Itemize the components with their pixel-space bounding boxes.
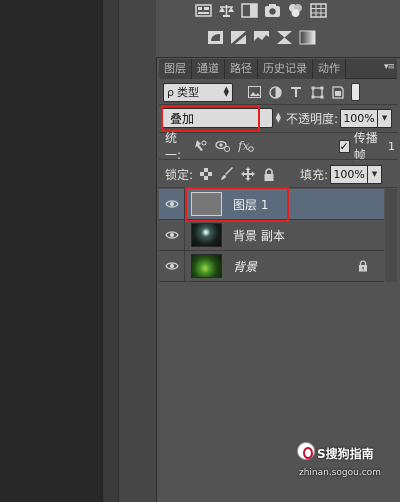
tab-actions[interactable]: 动作: [313, 59, 346, 79]
panel-divider[interactable]: [102, 0, 118, 502]
opacity-field[interactable]: 100%: [340, 108, 379, 128]
opacity-dropdown-icon[interactable]: ▼: [378, 108, 393, 128]
lock-label: 锁定:: [165, 167, 194, 182]
layer-thumbnail: [191, 223, 222, 247]
propagate-frame-number: 1: [388, 139, 396, 153]
tab-layers[interactable]: 图层: [159, 59, 192, 79]
chevron-updown-icon: ▲ ▼: [223, 85, 229, 98]
propagate-frame-label: 传播帧: [353, 131, 378, 162]
layers-panel: 图层 通道 路径 历史记录 动作 ▾≡ ρ 类型 ▲ ▼ 叠加 ▲ ▼ 不透明度: …: [159, 59, 397, 502]
layers-scrollbar[interactable]: [385, 189, 397, 282]
threshold-icon[interactable]: [252, 29, 271, 46]
watermark-url: zhinan.sogou.com: [299, 468, 381, 478]
lock-icons: [198, 167, 276, 182]
adjustments-panel: [156, 0, 400, 58]
highlight-blend-mode: [161, 105, 260, 132]
panel-menu-icon[interactable]: ▾≡: [384, 62, 395, 72]
image-filter-icon[interactable]: [247, 85, 261, 99]
levels-icon[interactable]: [194, 2, 213, 19]
fill-field[interactable]: 100%: [330, 164, 369, 184]
watermark-title: S搜狗指南: [317, 447, 374, 461]
lock-transparent-icon[interactable]: [198, 167, 213, 182]
lock-all-icon[interactable]: [261, 167, 276, 182]
panel-tabs: 图层 通道 路径 历史记录 动作 ▾≡: [159, 59, 397, 79]
smart-filter-icon[interactable]: [331, 85, 345, 99]
bw-icon[interactable]: [240, 2, 259, 19]
filter-kind-label: 类型: [176, 86, 199, 99]
unify-row: 统一: fx ✓ 传播帧 1: [165, 131, 396, 162]
adjust-filter-icon[interactable]: [268, 85, 282, 99]
filter-icons: [247, 85, 345, 99]
layer-filter-row: ρ 类型 ▲ ▼: [163, 81, 393, 103]
chevron-updown-icon: ▲ ▼: [275, 111, 281, 124]
shape-filter-icon[interactable]: [310, 85, 324, 99]
sogou-logo-icon: [297, 442, 315, 460]
unify-icons: fx: [191, 138, 255, 154]
search-icon: ρ: [167, 85, 174, 99]
layer-row[interactable]: 背景 副本: [159, 219, 384, 251]
type-filter-icon[interactable]: [289, 85, 303, 99]
balance-icon[interactable]: [217, 2, 236, 19]
tab-channels[interactable]: 通道: [192, 59, 225, 79]
collapsed-panel-strip: [118, 0, 156, 502]
lock-move-icon[interactable]: [240, 167, 255, 182]
unify-visibility-icon[interactable]: [214, 138, 232, 154]
visibility-eye-icon[interactable]: [159, 250, 185, 282]
layer-name[interactable]: 背景 副本: [233, 227, 285, 244]
unify-style-icon[interactable]: fx: [237, 138, 255, 154]
adjustments-row-2: [206, 29, 317, 46]
invert-icon[interactable]: [206, 29, 225, 46]
highlight-layer-1: [185, 187, 289, 222]
fill-dropdown-icon[interactable]: ▼: [368, 164, 383, 184]
adjustments-row-1: [194, 2, 328, 19]
grid-lookup-icon[interactable]: [309, 2, 328, 19]
propagate-frame-checkbox[interactable]: ✓: [338, 139, 350, 153]
filter-kind-select[interactable]: ρ 类型 ▲ ▼: [163, 82, 233, 102]
layer-thumbnail: [191, 254, 222, 278]
lock-paint-brush-icon[interactable]: [219, 167, 234, 182]
watermark: S搜狗指南 zhinan.sogou.com: [297, 442, 387, 482]
tab-history[interactable]: 历史记录: [258, 59, 313, 79]
visibility-eye-icon[interactable]: [159, 188, 185, 220]
opacity-label: 不透明度:: [286, 111, 339, 126]
unify-position-icon[interactable]: [191, 138, 209, 154]
gradient-map-icon[interactable]: [298, 29, 317, 46]
lock-icon: [358, 260, 368, 275]
visibility-eye-icon[interactable]: [159, 219, 185, 251]
fill-label: 填充:: [300, 167, 329, 182]
selective-color-icon[interactable]: [275, 29, 294, 46]
separator: [159, 159, 397, 160]
unify-label: 统一:: [165, 131, 182, 162]
svg-text:fx: fx: [238, 139, 249, 153]
posterize-icon[interactable]: [229, 29, 248, 46]
document-canvas: [0, 0, 102, 502]
filter-toggle-switch[interactable]: [351, 83, 360, 101]
layer-row[interactable]: 背景: [159, 250, 384, 282]
lock-row: 锁定: 填充: 100% ▼: [165, 163, 395, 185]
tab-paths[interactable]: 路径: [225, 59, 258, 79]
layer-name[interactable]: 背景: [233, 258, 257, 275]
camera-filter-icon[interactable]: [263, 2, 282, 19]
channel-mixer-icon[interactable]: [286, 2, 305, 19]
